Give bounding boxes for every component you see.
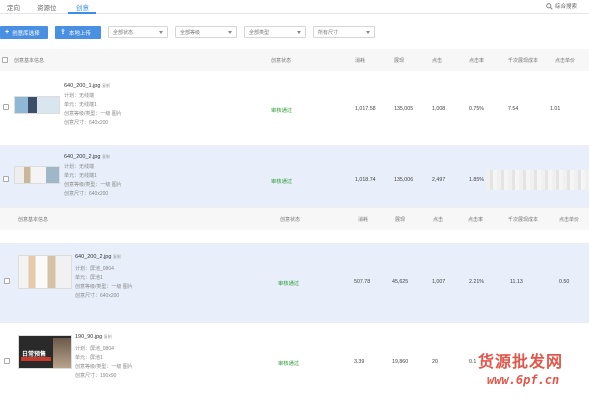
- type-filter[interactable]: 全部类型: [244, 26, 306, 38]
- cost-value: 3.39: [354, 359, 365, 365]
- ctr-value: 0.75%: [469, 106, 485, 112]
- table-row: 640_200_1.jpg 复制 计划：无线端 单元：无线端1 创意等级/类型：…: [0, 72, 589, 146]
- thumbnail-figure: [53, 338, 71, 368]
- creative-meta: 计划：无线端 单元：无线端1 创意等级/类型：一级 图片 创意尺寸：640x20…: [64, 93, 122, 126]
- clicks-value: 2,497: [432, 177, 446, 183]
- select-all-checkbox[interactable]: [2, 57, 8, 63]
- ctr-value: 2.21%: [469, 279, 485, 285]
- impressions-value: 135,005: [394, 106, 414, 112]
- row-checkbox[interactable]: [3, 176, 9, 182]
- creative-name[interactable]: 640_200_2.jpg 复制: [75, 254, 121, 260]
- col-impressions: 展现: [394, 58, 405, 64]
- level-filter-value: 全部等级: [180, 29, 201, 36]
- active-tab-indicator: [68, 12, 96, 14]
- row-checkbox[interactable]: [4, 278, 10, 284]
- creative-thumbnail[interactable]: [14, 166, 60, 184]
- creative-meta: 计划：屏池_0804 单元：屏池1 创意等级/类型：一级 图片 创意尺寸：190…: [75, 346, 133, 379]
- tab-bar: 定向 资源位 创意 综合搜索: [0, 0, 589, 14]
- cpc-value: 0.50: [559, 279, 570, 285]
- table-header: 创意基本信息 创意状态 消耗 展现 点击 点击率 千次展现成本 点击单价: [0, 208, 589, 230]
- col-status: 创意状态: [271, 58, 292, 64]
- add-from-library-label: 创意库选择: [12, 30, 40, 37]
- creative-thumbnail[interactable]: 日常预售: [18, 335, 72, 369]
- col-impressions: 展现: [395, 217, 406, 223]
- size-filter-value: 所有尺寸: [318, 29, 339, 36]
- status-badge: 审核通过: [271, 179, 293, 185]
- creative-name[interactable]: 640_200_2.jpg 复制: [64, 154, 110, 160]
- col-clicks: 点击: [432, 58, 443, 64]
- chevron-down-icon: [297, 30, 301, 34]
- cpm-value: 7.54: [508, 106, 519, 112]
- chevron-down-icon: [228, 30, 232, 34]
- impressions-value: 135,006: [394, 177, 414, 183]
- col-status: 创意状态: [280, 217, 301, 223]
- status-filter-value: 全部状态: [113, 29, 134, 36]
- clicks-value: 1,007: [432, 279, 446, 285]
- row-checkbox[interactable]: [3, 104, 9, 110]
- col-cpc: 点击单价: [559, 217, 580, 223]
- creative-name[interactable]: 640_200_1.jpg 复制: [64, 83, 110, 89]
- chevron-down-icon: [366, 30, 370, 34]
- search-box[interactable]: 综合搜索: [546, 1, 577, 11]
- creative-meta: 计划：无线端 单元：无线端1 创意等级/类型：一级 图片 创意尺寸：640x20…: [64, 164, 122, 197]
- clicks-value: 20: [432, 359, 438, 365]
- status-badge: 审核通过: [271, 108, 293, 114]
- status-filter[interactable]: 全部状态: [108, 26, 168, 38]
- obscured-region: [486, 170, 589, 190]
- table-row: 640_200_2.jpg 复制 计划：无线端 单元：无线端1 创意等级/类型：…: [0, 146, 589, 208]
- size-filter[interactable]: 所有尺寸: [313, 26, 375, 38]
- table-header: 创意基本信息 创意状态 消耗 展现 点击 点击率 千次展现成本 点击单价: [0, 49, 589, 71]
- col-cost: 消耗: [355, 58, 366, 64]
- local-upload-button[interactable]: ⇪ 本地上传: [55, 26, 101, 39]
- creative-name[interactable]: 190_90.jpg 复制: [75, 334, 112, 340]
- impressions-value: 45,625: [392, 279, 409, 285]
- tab-resource-slot[interactable]: 资源位: [37, 2, 57, 12]
- col-creative-info: 创意基本信息: [14, 58, 45, 64]
- col-cost: 消耗: [358, 217, 369, 223]
- table-row: 640_200_2.jpg 复制 计划：屏池_0804 单元：屏池1 创意等级/…: [0, 243, 589, 323]
- add-from-library-button[interactable]: + 创意库选择: [0, 26, 48, 39]
- watermark-url: www.6pf.cn: [487, 373, 560, 387]
- impressions-value: 19,860: [392, 359, 409, 365]
- status-badge: 审核通过: [278, 361, 300, 367]
- chevron-down-icon: [159, 30, 163, 34]
- type-filter-value: 全部类型: [249, 29, 270, 36]
- cpc-value: 1.01: [550, 106, 561, 112]
- clicks-value: 1,008: [432, 106, 446, 112]
- plus-icon: +: [5, 29, 10, 36]
- table-spacer: [0, 230, 589, 243]
- cpm-value: 11.13: [510, 279, 523, 285]
- col-clicks: 点击: [433, 217, 444, 223]
- watermark-title: 货源批发网: [478, 352, 564, 371]
- cost-value: 507.78: [354, 279, 371, 285]
- col-cpm: 千次展现成本: [508, 58, 539, 64]
- col-ctr: 点击率: [469, 58, 485, 64]
- upload-icon: ⇪: [60, 29, 66, 36]
- creative-thumbnail[interactable]: [18, 255, 72, 289]
- tab-creative[interactable]: 创意: [76, 2, 89, 12]
- tab-targeting[interactable]: 定向: [7, 2, 20, 12]
- search-icon: [546, 2, 553, 10]
- creative-meta: 计划：屏池_0804 单元：屏池1 创意等级/类型：一级 图片 创意尺寸：640…: [75, 266, 133, 299]
- cost-value: 1,017.58: [355, 106, 376, 112]
- status-badge: 审核通过: [278, 281, 300, 287]
- col-cpc: 点击单价: [555, 58, 576, 64]
- col-creative-info: 创意基本信息: [18, 217, 49, 223]
- thumbnail-banner: [21, 357, 51, 361]
- search-label: 综合搜索: [555, 4, 578, 10]
- row-checkbox[interactable]: [4, 358, 10, 364]
- col-cpm: 千次展现成本: [508, 217, 539, 223]
- ctr-value: 1.85%: [469, 177, 485, 183]
- local-upload-label: 本地上传: [68, 30, 91, 37]
- cost-value: 1,018.74: [355, 177, 376, 183]
- creative-thumbnail[interactable]: [14, 96, 60, 114]
- level-filter[interactable]: 全部等级: [175, 26, 237, 38]
- ctr-value: 0.1: [469, 359, 477, 365]
- col-ctr: 点击率: [468, 217, 484, 223]
